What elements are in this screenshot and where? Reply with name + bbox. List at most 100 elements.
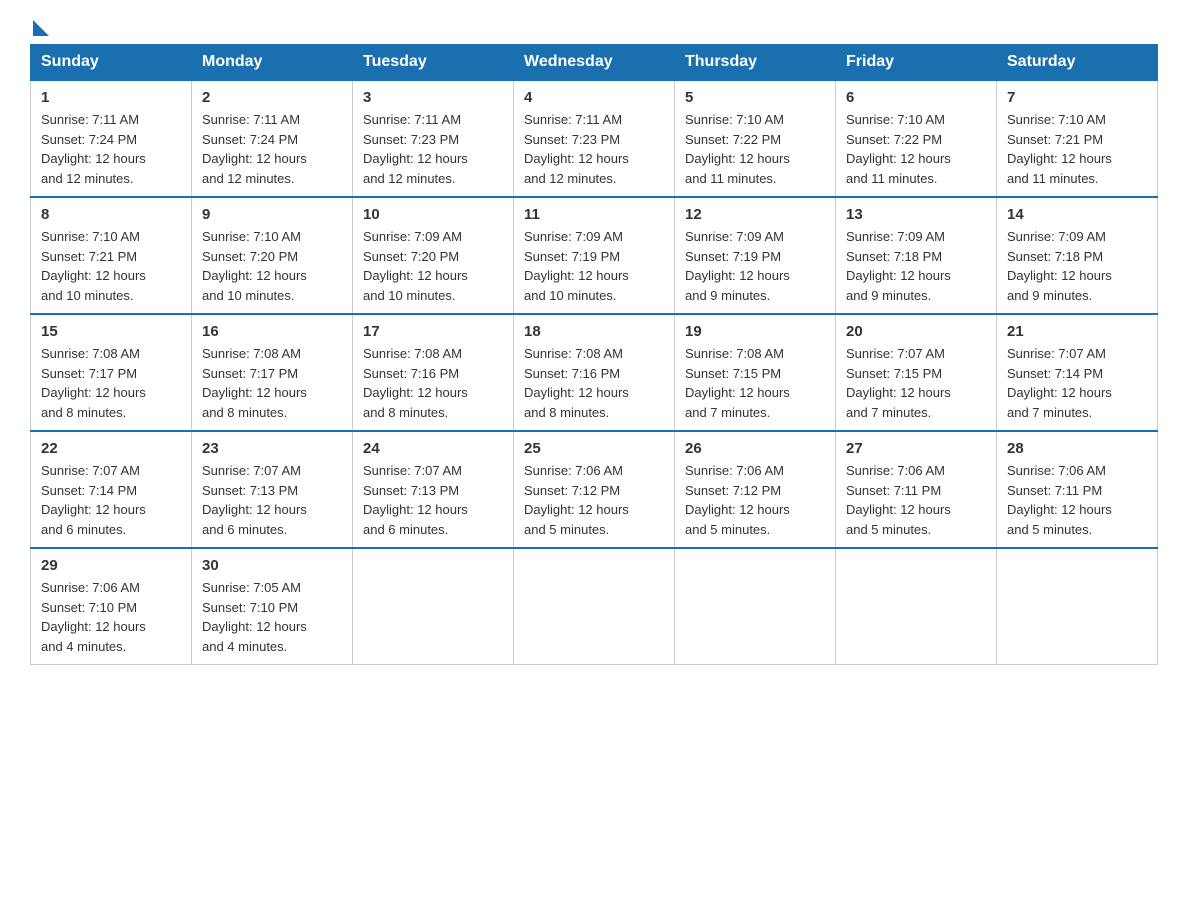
day-number: 15 bbox=[41, 323, 181, 340]
calendar-cell: 3 Sunrise: 7:11 AMSunset: 7:23 PMDayligh… bbox=[353, 80, 514, 197]
day-number: 28 bbox=[1007, 440, 1147, 457]
calendar-cell: 21 Sunrise: 7:07 AMSunset: 7:14 PMDaylig… bbox=[997, 314, 1158, 431]
week-row-4: 22 Sunrise: 7:07 AMSunset: 7:14 PMDaylig… bbox=[31, 431, 1158, 548]
logo-triangle-icon bbox=[33, 20, 49, 36]
day-info: Sunrise: 7:08 AMSunset: 7:15 PMDaylight:… bbox=[685, 346, 790, 420]
calendar-cell: 5 Sunrise: 7:10 AMSunset: 7:22 PMDayligh… bbox=[675, 80, 836, 197]
day-number: 22 bbox=[41, 440, 181, 457]
day-info: Sunrise: 7:08 AMSunset: 7:17 PMDaylight:… bbox=[202, 346, 307, 420]
calendar-cell: 16 Sunrise: 7:08 AMSunset: 7:17 PMDaylig… bbox=[192, 314, 353, 431]
day-number: 1 bbox=[41, 89, 181, 106]
day-number: 9 bbox=[202, 206, 342, 223]
day-info: Sunrise: 7:11 AMSunset: 7:24 PMDaylight:… bbox=[41, 112, 146, 186]
calendar-cell: 27 Sunrise: 7:06 AMSunset: 7:11 PMDaylig… bbox=[836, 431, 997, 548]
day-number: 20 bbox=[846, 323, 986, 340]
day-info: Sunrise: 7:10 AMSunset: 7:20 PMDaylight:… bbox=[202, 229, 307, 303]
day-number: 10 bbox=[363, 206, 503, 223]
logo bbox=[30, 20, 49, 34]
calendar-cell bbox=[514, 548, 675, 665]
header-wednesday: Wednesday bbox=[514, 45, 675, 81]
calendar-cell: 19 Sunrise: 7:08 AMSunset: 7:15 PMDaylig… bbox=[675, 314, 836, 431]
calendar-cell: 24 Sunrise: 7:07 AMSunset: 7:13 PMDaylig… bbox=[353, 431, 514, 548]
week-row-5: 29 Sunrise: 7:06 AMSunset: 7:10 PMDaylig… bbox=[31, 548, 1158, 665]
day-number: 27 bbox=[846, 440, 986, 457]
day-info: Sunrise: 7:07 AMSunset: 7:15 PMDaylight:… bbox=[846, 346, 951, 420]
calendar-cell: 13 Sunrise: 7:09 AMSunset: 7:18 PMDaylig… bbox=[836, 197, 997, 314]
day-info: Sunrise: 7:09 AMSunset: 7:18 PMDaylight:… bbox=[1007, 229, 1112, 303]
day-number: 30 bbox=[202, 557, 342, 574]
day-number: 16 bbox=[202, 323, 342, 340]
day-info: Sunrise: 7:11 AMSunset: 7:23 PMDaylight:… bbox=[524, 112, 629, 186]
header-friday: Friday bbox=[836, 45, 997, 81]
day-info: Sunrise: 7:10 AMSunset: 7:22 PMDaylight:… bbox=[846, 112, 951, 186]
header-thursday: Thursday bbox=[675, 45, 836, 81]
day-info: Sunrise: 7:06 AMSunset: 7:10 PMDaylight:… bbox=[41, 580, 146, 654]
day-number: 19 bbox=[685, 323, 825, 340]
calendar-header-row: Sunday Monday Tuesday Wednesday Thursday… bbox=[31, 45, 1158, 81]
calendar-cell: 18 Sunrise: 7:08 AMSunset: 7:16 PMDaylig… bbox=[514, 314, 675, 431]
calendar-cell: 26 Sunrise: 7:06 AMSunset: 7:12 PMDaylig… bbox=[675, 431, 836, 548]
calendar-cell: 14 Sunrise: 7:09 AMSunset: 7:18 PMDaylig… bbox=[997, 197, 1158, 314]
calendar-cell: 6 Sunrise: 7:10 AMSunset: 7:22 PMDayligh… bbox=[836, 80, 997, 197]
day-number: 5 bbox=[685, 89, 825, 106]
calendar-cell: 25 Sunrise: 7:06 AMSunset: 7:12 PMDaylig… bbox=[514, 431, 675, 548]
day-info: Sunrise: 7:11 AMSunset: 7:24 PMDaylight:… bbox=[202, 112, 307, 186]
header-monday: Monday bbox=[192, 45, 353, 81]
calendar-cell: 10 Sunrise: 7:09 AMSunset: 7:20 PMDaylig… bbox=[353, 197, 514, 314]
day-info: Sunrise: 7:06 AMSunset: 7:11 PMDaylight:… bbox=[1007, 463, 1112, 537]
calendar-cell: 22 Sunrise: 7:07 AMSunset: 7:14 PMDaylig… bbox=[31, 431, 192, 548]
week-row-2: 8 Sunrise: 7:10 AMSunset: 7:21 PMDayligh… bbox=[31, 197, 1158, 314]
calendar-cell: 23 Sunrise: 7:07 AMSunset: 7:13 PMDaylig… bbox=[192, 431, 353, 548]
day-number: 3 bbox=[363, 89, 503, 106]
day-number: 21 bbox=[1007, 323, 1147, 340]
day-number: 11 bbox=[524, 206, 664, 223]
header-saturday: Saturday bbox=[997, 45, 1158, 81]
day-number: 14 bbox=[1007, 206, 1147, 223]
calendar-cell: 7 Sunrise: 7:10 AMSunset: 7:21 PMDayligh… bbox=[997, 80, 1158, 197]
calendar-cell bbox=[353, 548, 514, 665]
calendar-cell: 8 Sunrise: 7:10 AMSunset: 7:21 PMDayligh… bbox=[31, 197, 192, 314]
header-tuesday: Tuesday bbox=[353, 45, 514, 81]
day-number: 29 bbox=[41, 557, 181, 574]
day-info: Sunrise: 7:10 AMSunset: 7:21 PMDaylight:… bbox=[1007, 112, 1112, 186]
week-row-1: 1 Sunrise: 7:11 AMSunset: 7:24 PMDayligh… bbox=[31, 80, 1158, 197]
day-number: 7 bbox=[1007, 89, 1147, 106]
calendar-cell: 30 Sunrise: 7:05 AMSunset: 7:10 PMDaylig… bbox=[192, 548, 353, 665]
calendar-table: Sunday Monday Tuesday Wednesday Thursday… bbox=[30, 44, 1158, 665]
day-info: Sunrise: 7:08 AMSunset: 7:17 PMDaylight:… bbox=[41, 346, 146, 420]
day-info: Sunrise: 7:09 AMSunset: 7:19 PMDaylight:… bbox=[524, 229, 629, 303]
calendar-cell: 12 Sunrise: 7:09 AMSunset: 7:19 PMDaylig… bbox=[675, 197, 836, 314]
calendar-cell: 2 Sunrise: 7:11 AMSunset: 7:24 PMDayligh… bbox=[192, 80, 353, 197]
calendar-cell: 11 Sunrise: 7:09 AMSunset: 7:19 PMDaylig… bbox=[514, 197, 675, 314]
day-number: 17 bbox=[363, 323, 503, 340]
calendar-cell: 4 Sunrise: 7:11 AMSunset: 7:23 PMDayligh… bbox=[514, 80, 675, 197]
day-number: 24 bbox=[363, 440, 503, 457]
day-info: Sunrise: 7:09 AMSunset: 7:20 PMDaylight:… bbox=[363, 229, 468, 303]
day-number: 13 bbox=[846, 206, 986, 223]
calendar-cell: 15 Sunrise: 7:08 AMSunset: 7:17 PMDaylig… bbox=[31, 314, 192, 431]
day-info: Sunrise: 7:07 AMSunset: 7:13 PMDaylight:… bbox=[202, 463, 307, 537]
week-row-3: 15 Sunrise: 7:08 AMSunset: 7:17 PMDaylig… bbox=[31, 314, 1158, 431]
calendar-cell: 28 Sunrise: 7:06 AMSunset: 7:11 PMDaylig… bbox=[997, 431, 1158, 548]
calendar-cell: 17 Sunrise: 7:08 AMSunset: 7:16 PMDaylig… bbox=[353, 314, 514, 431]
calendar-cell bbox=[836, 548, 997, 665]
calendar-cell bbox=[997, 548, 1158, 665]
day-number: 26 bbox=[685, 440, 825, 457]
day-info: Sunrise: 7:10 AMSunset: 7:21 PMDaylight:… bbox=[41, 229, 146, 303]
day-info: Sunrise: 7:06 AMSunset: 7:12 PMDaylight:… bbox=[524, 463, 629, 537]
day-info: Sunrise: 7:06 AMSunset: 7:12 PMDaylight:… bbox=[685, 463, 790, 537]
calendar-cell: 29 Sunrise: 7:06 AMSunset: 7:10 PMDaylig… bbox=[31, 548, 192, 665]
day-number: 4 bbox=[524, 89, 664, 106]
day-info: Sunrise: 7:06 AMSunset: 7:11 PMDaylight:… bbox=[846, 463, 951, 537]
day-info: Sunrise: 7:05 AMSunset: 7:10 PMDaylight:… bbox=[202, 580, 307, 654]
day-info: Sunrise: 7:08 AMSunset: 7:16 PMDaylight:… bbox=[524, 346, 629, 420]
day-info: Sunrise: 7:09 AMSunset: 7:19 PMDaylight:… bbox=[685, 229, 790, 303]
day-number: 6 bbox=[846, 89, 986, 106]
day-number: 23 bbox=[202, 440, 342, 457]
header-sunday: Sunday bbox=[31, 45, 192, 81]
day-info: Sunrise: 7:11 AMSunset: 7:23 PMDaylight:… bbox=[363, 112, 468, 186]
day-info: Sunrise: 7:08 AMSunset: 7:16 PMDaylight:… bbox=[363, 346, 468, 420]
day-number: 18 bbox=[524, 323, 664, 340]
day-number: 8 bbox=[41, 206, 181, 223]
day-number: 2 bbox=[202, 89, 342, 106]
